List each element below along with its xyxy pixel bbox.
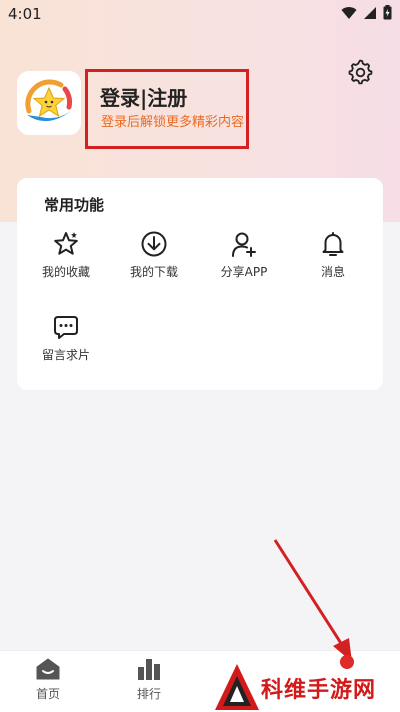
tab-ranking[interactable]: 排行 [119,657,179,702]
request-movie-button[interactable]: 留言求片 [30,313,102,363]
downloads-label: 我的下载 [129,265,178,279]
watermark: 科维手游网 [213,660,400,711]
share-app-label: 分享APP [220,265,268,279]
signal-icon [364,6,376,19]
tab-home[interactable]: 首页 [18,657,78,702]
share-app-button[interactable]: 分享APP [208,230,280,280]
tab-ranking-label: 排行 [136,687,161,701]
status-icons [341,5,392,20]
home-icon [36,658,60,680]
status-bar: 4:01 [0,0,400,28]
download-icon [141,231,167,257]
message-icon [54,316,78,339]
messages-label: 消息 [320,265,345,279]
app-logo-avatar[interactable] [17,71,81,135]
watermark-text: 科维手游网 [261,678,377,703]
request-movie-label: 留言求片 [41,348,90,362]
logo-image [25,79,72,122]
favorites-label: 我的收藏 [41,265,90,279]
star-icon [54,232,78,255]
settings-button[interactable] [347,59,373,85]
bell-icon [322,232,344,256]
wifi-icon [341,6,357,19]
login-subtitle: 登录后解锁更多精彩内容 [101,115,245,130]
watermark-logo-icon [215,664,259,710]
downloads-button[interactable]: 我的下载 [118,230,190,280]
battery-icon [383,5,392,20]
favorites-button[interactable]: 我的收藏 [30,230,102,280]
chart-bars-icon [138,659,160,680]
login-register-link[interactable]: 登录|注册 [100,82,187,111]
add-user-icon [232,232,256,257]
messages-button[interactable]: 消息 [297,230,369,280]
common-functions-title: 常用功能 [44,196,105,214]
tab-home-label: 首页 [35,687,60,701]
status-time: 4:01 [8,5,42,23]
gear-icon [348,59,373,85]
